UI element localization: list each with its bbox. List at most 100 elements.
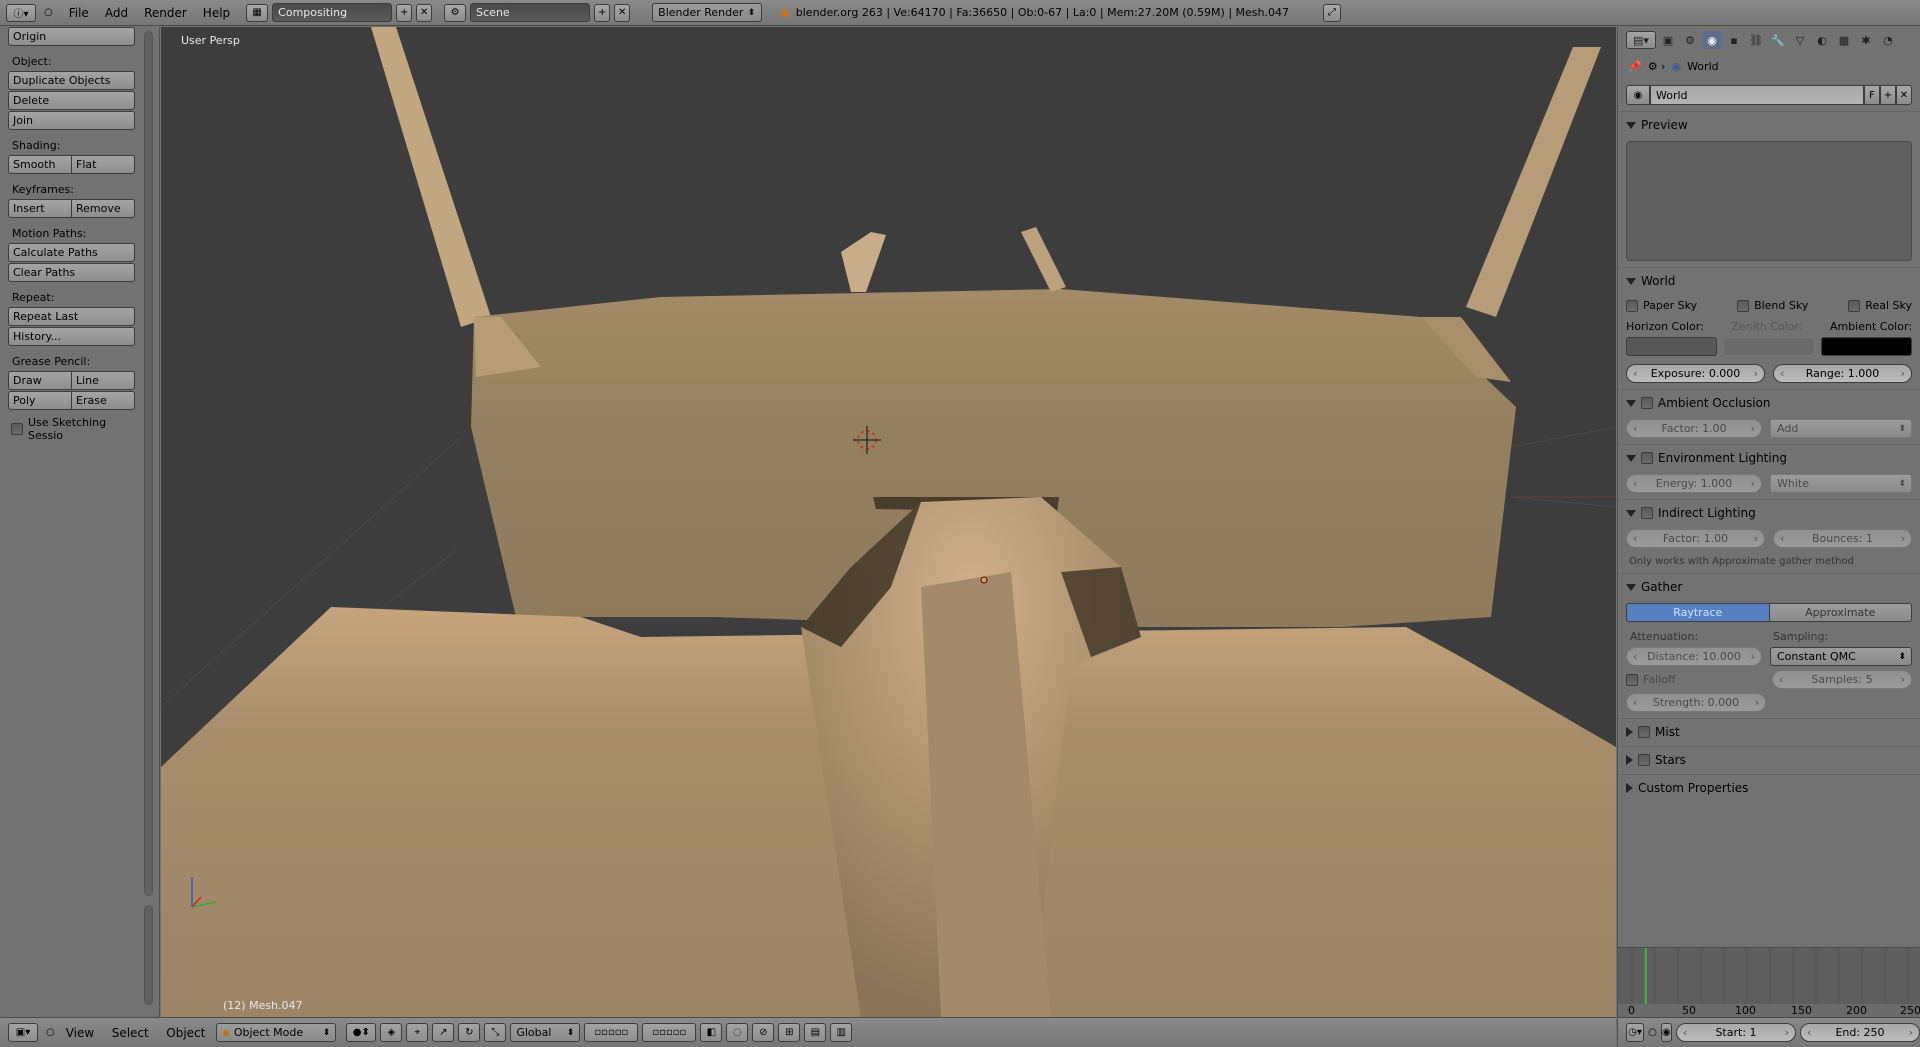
draw-button[interactable]: Draw [8, 371, 72, 390]
ambient-occlusion-checkbox[interactable] [1641, 397, 1653, 409]
render-engine-select[interactable]: Blender Render ⬍ [652, 3, 763, 22]
layout-icon[interactable]: ▦ [246, 3, 269, 22]
indirect-lighting-header[interactable]: Indirect Lighting [1626, 505, 1912, 521]
data-tab-icon[interactable]: ▽ [1790, 31, 1810, 49]
scene-tab-icon[interactable]: ⚙ [1680, 31, 1700, 49]
falloff-toggle[interactable]: Falloff [1626, 673, 1764, 686]
erase-button[interactable]: Erase [72, 391, 135, 410]
sketching-session-toggle[interactable]: Use Sketching Sessio [8, 416, 135, 442]
raytrace-option[interactable]: Raytrace [1626, 603, 1770, 622]
tool-shelf-lower-scrollbar[interactable] [144, 905, 153, 1005]
env-energy-field[interactable]: Energy: 1.000 [1626, 474, 1762, 493]
line-button[interactable]: Line [72, 371, 135, 390]
menu-render[interactable]: Render [138, 6, 193, 20]
delete-layout-button[interactable]: ✕ [416, 3, 433, 22]
render-tab-icon[interactable]: ▣ [1658, 31, 1678, 49]
ao-factor-field[interactable]: Factor: 1.00 [1626, 419, 1762, 438]
origin-button[interactable]: Origin [8, 27, 135, 46]
fullscreen-icon[interactable]: ⤢ [1323, 3, 1341, 22]
remove-keyframe-button[interactable]: Remove [72, 199, 135, 218]
collapse-menu-icon[interactable]: ○ [44, 7, 53, 18]
pin-icon[interactable]: 📌 [1628, 60, 1642, 73]
join-button[interactable]: Join [8, 111, 135, 130]
delete-button[interactable]: Delete [8, 91, 135, 110]
translate-manipulator-icon[interactable]: ↗ [432, 1023, 455, 1042]
menu-select[interactable]: Select [105, 1026, 156, 1040]
world-header[interactable]: World [1626, 273, 1912, 289]
render-still-icon[interactable]: ▤ [804, 1023, 827, 1042]
smooth-button[interactable]: Smooth [8, 155, 72, 174]
mode-select[interactable]: ▪ Object Mode ⬍ [216, 1023, 337, 1042]
world-browse-icon[interactable]: ◉ [1626, 85, 1650, 105]
mist-checkbox[interactable] [1638, 726, 1650, 738]
timeline-editor-type-icon[interactable]: ◷▾ [1626, 1023, 1645, 1042]
repeat-last-button[interactable]: Repeat Last [8, 307, 135, 326]
render-anim-icon[interactable]: ▥ [830, 1023, 853, 1042]
env-color-select[interactable]: White [1770, 474, 1912, 493]
pivot-point-icon[interactable]: ◈ [380, 1023, 403, 1042]
preview-header[interactable]: Preview [1626, 117, 1912, 133]
distance-field[interactable]: Distance: 10.000 [1626, 647, 1762, 666]
texture-tab-icon[interactable]: ▩ [1834, 31, 1854, 49]
layers-1-icon[interactable]: ▫▫▫▫▫ [584, 1023, 639, 1042]
orientation-select[interactable]: Global ⬍ [510, 1023, 581, 1042]
add-layout-button[interactable]: + [396, 3, 413, 22]
exposure-field[interactable]: Exposure: 0.000 [1626, 364, 1765, 383]
history-button[interactable]: History... [8, 327, 135, 346]
ao-blend-select[interactable]: Add [1770, 419, 1912, 438]
lock-camera-icon[interactable]: ◧ [700, 1023, 723, 1042]
menu-help[interactable]: Help [197, 6, 236, 20]
stars-checkbox[interactable] [1638, 754, 1650, 766]
3d-viewport[interactable]: User Persp (12) Mesh.047 [161, 27, 1616, 1017]
environment-lighting-header[interactable]: Environment Lighting [1626, 450, 1912, 466]
delete-scene-button[interactable]: ✕ [614, 3, 631, 22]
mist-header[interactable]: Mist [1626, 724, 1912, 740]
properties-editor-type-icon[interactable]: ▤▾ [1626, 31, 1656, 49]
object-tab-icon[interactable]: ▪ [1724, 31, 1744, 49]
range-field[interactable]: Range: 1.000 [1773, 364, 1912, 383]
material-tab-icon[interactable]: ◐ [1812, 31, 1832, 49]
constraints-tab-icon[interactable]: ⛓ [1746, 31, 1766, 49]
stars-header[interactable]: Stars [1626, 752, 1912, 768]
real-sky-toggle[interactable]: Real Sky [1848, 299, 1912, 312]
tool-shelf-scrollbar[interactable] [144, 31, 153, 896]
physics-tab-icon[interactable]: ◔ [1878, 31, 1898, 49]
custom-properties-header[interactable]: Custom Properties [1626, 780, 1912, 796]
scale-manipulator-icon[interactable]: ⤡ [484, 1023, 507, 1042]
duplicate-objects-button[interactable]: Duplicate Objects [8, 71, 135, 90]
layout-name-field[interactable]: Compositing [272, 3, 393, 22]
unlink-world-button[interactable]: ✕ [1896, 85, 1912, 105]
indirect-factor-field[interactable]: Factor: 1.00 [1626, 529, 1765, 548]
scene-icon[interactable]: ⚙ [444, 3, 467, 22]
paper-sky-checkbox[interactable] [1626, 299, 1638, 312]
collapse-header-icon[interactable]: ○ [46, 1027, 55, 1038]
snap-icon[interactable]: ⊘ [752, 1023, 775, 1042]
calculate-paths-button[interactable]: Calculate Paths [8, 243, 135, 262]
start-frame-field[interactable]: Start: 1 [1676, 1023, 1796, 1042]
flat-button[interactable]: Flat [72, 155, 135, 174]
menu-file[interactable]: File [63, 6, 95, 20]
insert-keyframe-button[interactable]: Insert [8, 199, 72, 218]
paper-sky-toggle[interactable]: Paper Sky [1626, 299, 1697, 312]
layers-2-icon[interactable]: ▫▫▫▫▫ [642, 1023, 697, 1042]
scene-name-field[interactable]: Scene [470, 3, 591, 22]
info-editor-type-button[interactable]: ⓘ▾ [6, 3, 36, 22]
approximate-option[interactable]: Approximate [1769, 603, 1912, 622]
fake-user-button[interactable]: F [1864, 85, 1880, 105]
samples-field[interactable]: Samples: 5 [1772, 670, 1912, 689]
transform-manipulator-icon[interactable]: ⌖ [406, 1023, 429, 1042]
clear-paths-button[interactable]: Clear Paths [8, 263, 135, 282]
blend-sky-toggle[interactable]: Blend Sky [1737, 299, 1808, 312]
keyframe-record-icon[interactable]: ◉ [1660, 1023, 1672, 1042]
viewport-shading-icon[interactable]: ●⬍ [346, 1023, 377, 1042]
editor-type-button[interactable]: ▣▾ [8, 1023, 38, 1042]
timeline-editor[interactable]: 0 50 100 150 200 250 [1617, 947, 1920, 1018]
rotate-manipulator-icon[interactable]: ↻ [458, 1023, 481, 1042]
indirect-lighting-checkbox[interactable] [1641, 507, 1653, 519]
particles-tab-icon[interactable]: ✱ [1856, 31, 1876, 49]
menu-object[interactable]: Object [159, 1026, 212, 1040]
world-tab-icon[interactable]: ◉ [1702, 31, 1722, 49]
proportional-edit-icon[interactable]: ◌ [726, 1023, 749, 1042]
collapse-timeline-icon[interactable]: ○ [1648, 1027, 1657, 1038]
indirect-bounces-field[interactable]: Bounces: 1 [1773, 529, 1912, 548]
